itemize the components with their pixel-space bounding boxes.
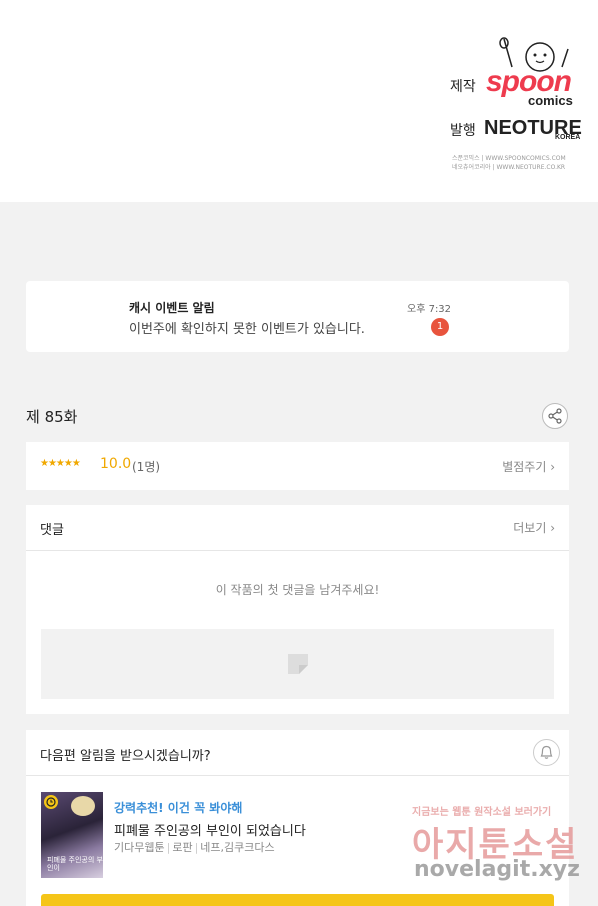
bell-icon bbox=[540, 745, 553, 759]
comments-divider bbox=[26, 550, 569, 551]
recommendation-category: 기다무웹툰 bbox=[114, 841, 165, 854]
production-label: 제작 bbox=[450, 79, 476, 95]
comment-input-box[interactable] bbox=[41, 629, 554, 699]
comics-wordmark: comics bbox=[528, 93, 573, 108]
comment-icon bbox=[288, 654, 308, 674]
credits-panel: 제작 spoon comics 발행 NEOTURE KOREA 스푼코믹스 |… bbox=[0, 0, 598, 202]
thumbnail-character bbox=[71, 796, 95, 816]
subscribe-button[interactable] bbox=[41, 894, 554, 906]
cash-event-notification[interactable]: 캐시 이벤트 알림 이번주에 확인하지 못한 이벤트가 있습니다. 오후 7:3… bbox=[26, 281, 569, 352]
recommendation-thumbnail[interactable]: 피폐물 주인공의 부인이 bbox=[41, 792, 103, 878]
share-icon bbox=[548, 408, 562, 424]
rating-value: 10.0 bbox=[100, 456, 132, 472]
next-episode-question: 다음편 알림을 받으시겠습니까? bbox=[40, 749, 211, 764]
rating-count: (1명) bbox=[132, 460, 161, 474]
recommendation-meta: 기다무웹툰 | 로판 | 네프,김쿠크다스 bbox=[114, 841, 275, 854]
comments-more-link[interactable]: 더보기 › bbox=[513, 519, 555, 536]
credits-fineprint-1: 스푼코믹스 | WWW.SPOONCOMICS.COM bbox=[452, 155, 566, 162]
no-comments-message: 이 작품의 첫 댓글을 남겨주세요! bbox=[215, 583, 380, 597]
publisher-label: 발행 bbox=[450, 123, 476, 139]
spoon-comics-logo: spoon comics bbox=[484, 35, 584, 108]
rate-button[interactable]: 별점주기 › bbox=[502, 458, 555, 475]
comments-header: 댓글 bbox=[40, 523, 64, 538]
clock-icon bbox=[44, 795, 58, 809]
next-episode-divider bbox=[26, 775, 569, 776]
notification-message: 이번주에 확인하지 못한 이벤트가 있습니다. bbox=[129, 322, 365, 337]
notification-title: 캐시 이벤트 알림 bbox=[129, 301, 215, 315]
comments-card: 댓글 더보기 › 이 작품의 첫 댓글을 남겨주세요! bbox=[26, 505, 569, 714]
recommendation-authors: 네프,김쿠크다스 bbox=[200, 841, 275, 854]
episode-title: 제 85화 bbox=[26, 408, 78, 426]
neoture-korea-text: KOREA bbox=[555, 134, 581, 141]
credits-fineprint-2: 네오츄어코리아 | WWW.NEOTURE.CO.KR bbox=[452, 164, 566, 171]
site-watermark: 지금보는 웹툰 원작소설 보러가기 아지툰소설 novelagit.xyz bbox=[412, 803, 587, 888]
recommendation-title[interactable]: 피폐물 주인공의 부인이 되었습니다 bbox=[114, 820, 306, 839]
thumbnail-title: 피폐물 주인공의 부인이 bbox=[47, 856, 103, 872]
rating-stars: ★★★★★ bbox=[40, 458, 81, 469]
share-button[interactable] bbox=[542, 403, 568, 429]
rating-card: ★★★★★ 10.0 (1명) 별점주기 › bbox=[26, 442, 569, 490]
watermark-top-text: 지금보는 웹툰 원작소설 보러가기 bbox=[412, 807, 552, 818]
recommendation-genre: 로판 bbox=[172, 841, 193, 854]
notification-time: 오후 7:32 bbox=[407, 304, 452, 315]
recommendation-tag: 강력추천! 이건 꼭 봐야해 bbox=[114, 801, 243, 815]
notify-bell-button[interactable] bbox=[533, 739, 560, 766]
watermark-url: novelagit.xyz bbox=[414, 857, 580, 882]
notification-badge: 1 bbox=[431, 318, 449, 336]
